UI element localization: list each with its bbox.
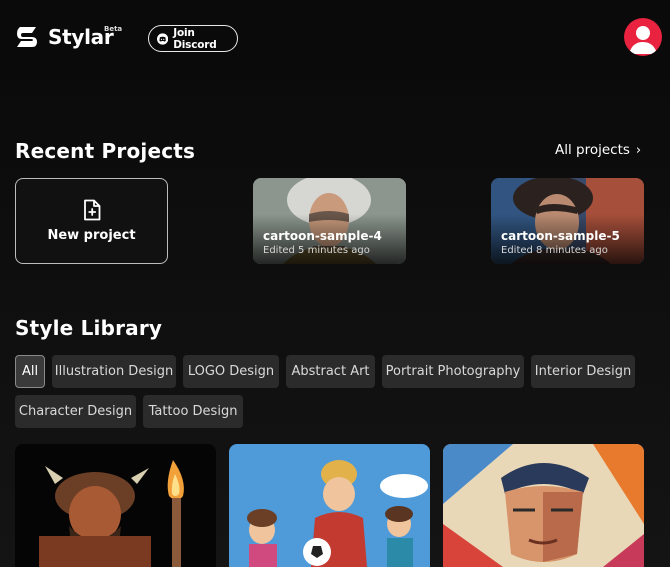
style-card[interactable] <box>15 444 216 567</box>
filter-chip-illustration-design[interactable]: Illustration Design <box>52 355 176 388</box>
style-card[interactable] <box>443 444 644 567</box>
filter-chip-portrait-photography[interactable]: Portrait Photography <box>382 355 524 388</box>
project-name: cartoon-sample-5 <box>501 229 620 243</box>
all-projects-label: All projects <box>555 142 630 158</box>
file-plus-icon <box>83 199 100 221</box>
project-card[interactable]: cartoon-sample-4 Edited 5 minutes ago <box>253 178 406 264</box>
project-card[interactable]: cartoon-sample-5 Edited 8 minutes ago <box>491 178 644 264</box>
user-avatar[interactable] <box>624 18 662 56</box>
beta-badge: Beta <box>104 25 123 33</box>
stylar-logo-icon <box>17 27 37 47</box>
filter-chip-abstract-art[interactable]: Abstract Art <box>286 355 375 388</box>
recent-projects-title: Recent Projects <box>15 139 196 163</box>
project-edited: Edited 5 minutes ago <box>263 245 370 256</box>
project-name: cartoon-sample-4 <box>263 229 382 243</box>
brand-logo[interactable]: Stylar <box>14 24 114 50</box>
style-library-title: Style Library <box>15 316 163 340</box>
project-edited: Edited 8 minutes ago <box>501 245 608 256</box>
style-card[interactable] <box>229 444 430 567</box>
new-project-card[interactable]: New project <box>15 178 168 264</box>
style-thumbnail <box>229 444 430 567</box>
filter-chip-all[interactable]: All <box>15 355 45 388</box>
style-thumbnail <box>443 444 644 567</box>
all-projects-link[interactable]: All projects › <box>555 142 641 158</box>
new-project-label: New project <box>47 228 136 243</box>
discord-icon <box>157 32 169 45</box>
filter-chip-interior-design[interactable]: Interior Design <box>531 355 635 388</box>
join-discord-button[interactable]: Join Discord <box>148 25 238 52</box>
filter-chip-logo-design[interactable]: LOGO Design <box>183 355 279 388</box>
join-discord-label: Join Discord <box>173 26 217 51</box>
filter-chip-tattoo-design[interactable]: Tattoo Design <box>143 395 243 428</box>
user-avatar-icon <box>629 26 657 54</box>
filter-chip-character-design[interactable]: Character Design <box>15 395 136 428</box>
chevron-right-icon: › <box>635 142 642 158</box>
style-thumbnail <box>15 444 216 567</box>
